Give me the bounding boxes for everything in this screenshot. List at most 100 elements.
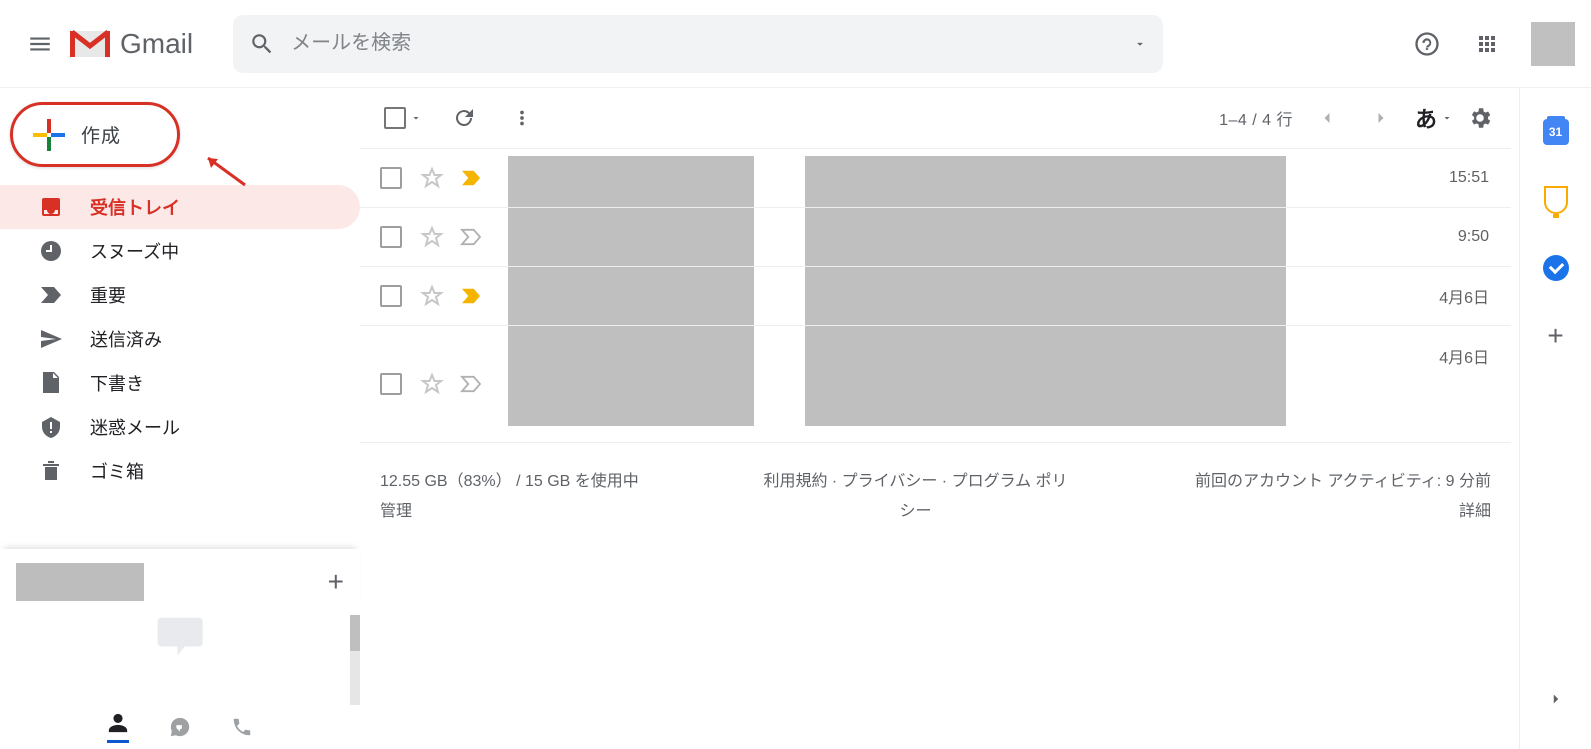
nav-label: 受信トレイ [90,194,180,220]
annotation-arrow-icon [200,150,250,190]
hangouts-header: + [0,549,360,615]
header-actions [1403,20,1575,68]
hangouts-tab-calls[interactable] [231,716,253,738]
more-vert-icon [511,107,533,129]
hangouts-tabs [0,705,360,749]
refresh-icon [452,106,476,130]
mail-row[interactable]: 9:50 [360,207,1511,266]
hide-side-panel-button[interactable] [1536,679,1576,719]
gmail-logo-icon [68,27,112,61]
nav-label: 下書き [90,370,144,396]
hangouts-user[interactable] [16,563,144,601]
nav-label: 迷惑メール [90,414,180,440]
footer-manage-link[interactable]: 管理 [380,497,700,521]
importance-marker[interactable] [460,287,482,305]
mail-list: 15:51 9:50 4月6日 4月6日 [360,148,1511,443]
get-addons-button[interactable]: + [1542,322,1570,350]
important-icon [460,287,482,305]
main-menu-button[interactable] [16,20,64,68]
footer-storage: 12.55 GB（83%） / 15 GB を使用中 管理 [380,467,700,521]
nav-snoozed[interactable]: スヌーズ中 [0,229,360,273]
important-icon [38,282,64,308]
nav-label: 重要 [90,282,126,308]
chevron-right-icon [1547,690,1565,708]
next-page-button[interactable] [1361,98,1401,138]
star-toggle[interactable] [420,284,444,308]
keep-addon[interactable] [1542,186,1570,214]
nav-list: 受信トレイ スヌーズ中 重要 送信済み 下書き 迷惑メール [0,185,360,493]
mail-row[interactable]: 4月6日 [360,266,1511,325]
hamburger-icon [27,31,53,57]
hangouts-new-chat[interactable]: + [328,566,344,598]
product-name: Gmail [120,28,193,60]
star-icon [420,166,444,190]
footer-details-link[interactable]: 詳細 [1131,497,1491,521]
mail-checkbox[interactable] [380,285,402,307]
speech-bubble-icon [155,615,205,659]
spam-icon [38,414,64,440]
hangouts-tab-contacts[interactable] [107,712,129,743]
star-icon [420,284,444,308]
send-icon [38,326,64,352]
input-tools-button[interactable]: あ [1415,102,1453,134]
nav-drafts[interactable]: 下書き [0,361,360,405]
importance-marker[interactable] [460,169,482,187]
refresh-button[interactable] [444,98,484,138]
star-toggle[interactable] [420,166,444,190]
search-options-dropdown[interactable] [1133,37,1147,51]
nav-important[interactable]: 重要 [0,273,360,317]
nav-spam[interactable]: 迷惑メール [0,405,360,449]
tasks-icon [1543,255,1569,281]
search-bar[interactable] [233,15,1163,73]
important-icon [460,228,482,246]
account-avatar[interactable] [1531,22,1575,66]
apps-grid-icon [1475,32,1499,56]
gear-icon [1467,105,1493,131]
hangouts-tab-chats[interactable] [169,716,191,738]
mail-time: 15:51 [1449,169,1489,187]
keep-icon [1544,186,1568,214]
nav-trash[interactable]: ゴミ箱 [0,449,360,493]
main-content: 1–4 / 4 行 あ 15:51 [360,88,1519,749]
footer-policies[interactable]: 利用規約 · プライバシー · プログラム ポリ シー [700,467,1131,521]
mail-checkbox[interactable] [380,373,402,395]
importance-marker[interactable] [460,228,482,246]
sidebar: 作成 受信トレイ スヌーズ中 重要 送信済み [0,88,360,749]
search-input[interactable] [291,32,1133,55]
star-icon [420,372,444,396]
mail-row[interactable]: 4月6日 [360,325,1511,443]
inbox-icon [38,194,64,220]
star-toggle[interactable] [420,372,444,396]
select-all-checkbox[interactable] [380,103,426,133]
calendar-icon: 31 [1543,119,1569,145]
plus-icon: + [1547,320,1563,352]
compose-button[interactable]: 作成 [10,102,180,167]
nav-inbox[interactable]: 受信トレイ [0,185,360,229]
compose-label: 作成 [81,121,121,148]
calendar-addon[interactable]: 31 [1542,118,1570,146]
google-apps-button[interactable] [1463,20,1511,68]
settings-button[interactable] [1467,105,1493,131]
mail-time: 4月6日 [1439,344,1489,368]
search-icon [249,31,275,57]
star-toggle[interactable] [420,225,444,249]
support-button[interactable] [1403,20,1451,68]
mail-row[interactable]: 15:51 [360,148,1511,207]
prev-page-button[interactable] [1307,98,1347,138]
importance-marker[interactable] [460,375,482,393]
nav-label: 送信済み [90,326,162,352]
star-icon [420,225,444,249]
gmail-logo[interactable]: Gmail [68,27,193,61]
tasks-addon[interactable] [1542,254,1570,282]
mail-time: 4月6日 [1439,284,1489,308]
more-button[interactable] [502,98,542,138]
nav-label: スヌーズ中 [90,238,179,264]
hangouts-scrollbar[interactable] [350,615,360,705]
ime-label: あ [1415,102,1437,134]
dropdown-caret-icon [410,112,422,124]
mail-checkbox[interactable] [380,226,402,248]
nav-sent[interactable]: 送信済み [0,317,360,361]
mail-checkbox[interactable] [380,167,402,189]
page-count: 1–4 / 4 行 [1219,106,1293,130]
draft-icon [38,370,64,396]
